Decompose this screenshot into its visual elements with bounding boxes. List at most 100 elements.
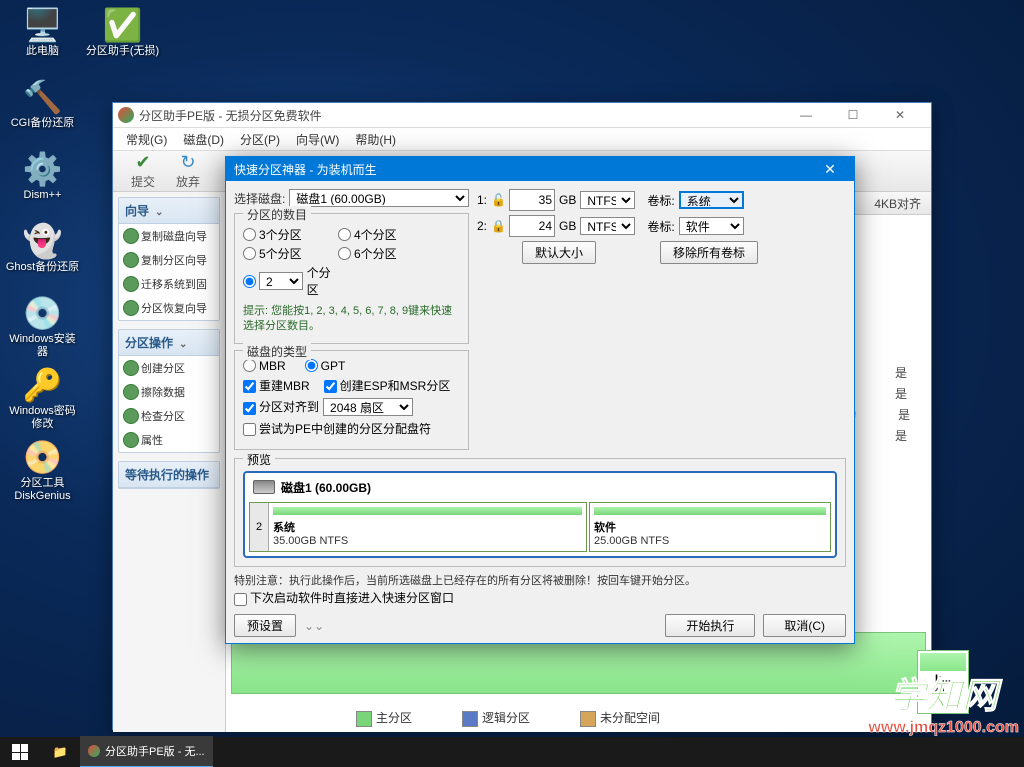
check-next-launch[interactable]: 下次启动软件时直接进入快速分区窗口: [234, 589, 846, 606]
part1-size-input[interactable]: [509, 189, 555, 211]
dialog-close-button[interactable]: ✕: [814, 161, 846, 178]
icon-label: CGI备份还原: [11, 117, 75, 130]
legend: 主分区 逻辑分区 未分配空间: [356, 709, 660, 727]
desktop-icon-aomei[interactable]: ✅分区助手(无损): [85, 5, 160, 75]
check-pe-letters[interactable]: 尝试为PE中创建的分区分配盘符: [243, 420, 431, 437]
hint-text: 提示: 您能按1, 2, 3, 4, 5, 6, 7, 8, 9键来快速选择分区…: [243, 304, 460, 335]
menubar: 常规(G) 磁盘(D) 分区(P) 向导(W) 帮助(H): [113, 128, 931, 151]
refresh-icon: ↻: [180, 152, 195, 173]
radio-3-parts[interactable]: 3个分区: [243, 226, 338, 243]
preview-part-1[interactable]: 2 系统35.00GB NTFS: [249, 502, 587, 552]
default-size-button[interactable]: 默认大小: [522, 241, 596, 264]
menu-help[interactable]: 帮助(H): [347, 129, 404, 150]
check-rebuild-mbr[interactable]: 重建MBR: [243, 377, 310, 394]
part1-fs-select[interactable]: NTFS: [580, 191, 635, 209]
taskbar-explorer-icon[interactable]: 📁: [40, 745, 80, 759]
menu-partition[interactable]: 分区(P): [232, 129, 288, 150]
part2-fs-select[interactable]: NTFS: [580, 217, 635, 235]
ops-section-header[interactable]: 分区操作⌄: [119, 330, 219, 356]
icon-label: Windows密码修改: [5, 405, 80, 431]
remove-labels-button[interactable]: 移除所有卷标: [660, 241, 758, 264]
cancel-button[interactable]: 取消(C): [763, 614, 846, 637]
wizard-section-header[interactable]: 向导⌄: [119, 198, 219, 224]
part1-label-select[interactable]: 系统: [679, 191, 744, 209]
count-group-title: 分区的数目: [243, 206, 311, 223]
icon-label: Dism++: [24, 189, 62, 202]
radio-6-parts[interactable]: 6个分区: [338, 245, 433, 262]
dialog-title-text: 快速分区神器 - 为装机而生: [234, 161, 814, 178]
check-icon: ✔: [135, 152, 150, 173]
windows-icon: [12, 744, 28, 760]
sidebar: 向导⌄ 复制磁盘向导 复制分区向导 迁移系统到固 分区恢复向导 分区操作⌄ 创建…: [113, 192, 226, 732]
radio-custom-parts[interactable]: 2 个分区: [243, 264, 338, 298]
sidebar-item-migrate[interactable]: 迁移系统到固: [119, 272, 219, 296]
select-disk-dropdown[interactable]: 磁盘1 (60.00GB): [289, 189, 469, 207]
lock-icon[interactable]: 🔓: [491, 193, 505, 207]
discard-button[interactable]: ↻放弃: [168, 150, 208, 192]
icon-label: 分区助手(无损): [86, 45, 159, 58]
icon-label: Windows安装器: [5, 333, 80, 359]
desktop-icon-diskgenius[interactable]: 📀分区工具DiskGenius: [5, 437, 80, 507]
type-group-title: 磁盘的类型: [243, 343, 311, 360]
desktop-icon-this-pc[interactable]: 🖥️此电脑: [5, 5, 80, 75]
check-create-esp[interactable]: 创建ESP和MSR分区: [324, 377, 451, 394]
titlebar: 分区助手PE版 - 无损分区免费软件 — ☐ ✕: [113, 103, 931, 128]
desktop-icon-dism[interactable]: ⚙️Dism++: [5, 149, 80, 219]
partition-row-2: 2: 🔒 GB NTFS 卷标: 软件: [477, 215, 846, 237]
preset-button[interactable]: 预设置: [234, 614, 296, 637]
maximize-button[interactable]: ☐: [837, 105, 869, 125]
preview-part-2[interactable]: 软件25.00GB NTFS: [589, 502, 831, 552]
partition-row-1: 1: 🔓 GB NTFS 卷标: 系统: [477, 189, 846, 211]
icon-label: 分区工具DiskGenius: [5, 477, 80, 503]
sidebar-item-check[interactable]: 检查分区: [119, 404, 219, 428]
app-icon: [118, 107, 134, 123]
sidebar-item-recover[interactable]: 分区恢复向导: [119, 296, 219, 320]
radio-4-parts[interactable]: 4个分区: [338, 226, 433, 243]
desktop-icon-ghost[interactable]: 👻Ghost备份还原: [5, 221, 80, 291]
sidebar-item-create[interactable]: 创建分区: [119, 356, 219, 380]
desktop-icon-cgi[interactable]: 🔨CGI备份还原: [5, 77, 80, 147]
window-title: 分区助手PE版 - 无损分区免费软件: [139, 107, 790, 124]
desktop-icon-winpwd[interactable]: 🔑Windows密码修改: [5, 365, 80, 435]
lock-icon[interactable]: 🔒: [491, 219, 505, 233]
radio-5-parts[interactable]: 5个分区: [243, 245, 338, 262]
col-align: 4KB对齐: [874, 195, 921, 212]
sidebar-item-wipe[interactable]: 擦除数据: [119, 380, 219, 404]
watermark: 学知网 www.jmqz1000.com: [868, 667, 1019, 737]
disk-name: 磁盘1 (60.00GB): [281, 479, 371, 496]
app-icon: [88, 745, 100, 757]
part2-size-input[interactable]: [509, 215, 555, 237]
icon-label: 此电脑: [26, 45, 59, 58]
icon-label: Ghost备份还原: [6, 261, 79, 274]
menu-general[interactable]: 常规(G): [118, 129, 175, 150]
radio-gpt[interactable]: GPT: [305, 359, 346, 373]
chevron-icon: ⌄: [179, 339, 187, 350]
sidebar-item-copy-disk[interactable]: 复制磁盘向导: [119, 224, 219, 248]
align-select[interactable]: 2048 扇区: [323, 398, 413, 416]
radio-mbr[interactable]: MBR: [243, 359, 286, 373]
check-align[interactable]: 分区对齐到: [243, 398, 319, 415]
chevron-down-icon: ⌄⌄: [304, 619, 324, 633]
pending-section-header[interactable]: 等待执行的操作: [119, 462, 219, 488]
desktop-icon-wininstall[interactable]: 💿Windows安装器: [5, 293, 80, 363]
select-disk-label: 选择磁盘:: [234, 190, 285, 207]
menu-wizard[interactable]: 向导(W): [288, 129, 347, 150]
disk-preview: 磁盘1 (60.00GB) 2 系统35.00GB NTFS 软件25.00GB…: [243, 471, 837, 558]
dialog-titlebar: 快速分区神器 - 为装机而生 ✕: [226, 157, 854, 181]
sidebar-item-props[interactable]: 属性: [119, 428, 219, 452]
warning-text: 特别注意：执行此操作后，当前所选磁盘上已经存在的所有分区将被删除！按回车键开始分…: [234, 573, 846, 590]
commit-button[interactable]: ✔提交: [123, 150, 163, 192]
part2-label-select[interactable]: 软件: [679, 217, 744, 235]
quick-partition-dialog: 快速分区神器 - 为装机而生 ✕ 选择磁盘: 磁盘1 (60.00GB) 分区的…: [225, 156, 855, 644]
sidebar-item-copy-part[interactable]: 复制分区向导: [119, 248, 219, 272]
minimize-button[interactable]: —: [790, 105, 822, 125]
start-button[interactable]: 开始执行: [665, 614, 755, 637]
chevron-icon: ⌄: [155, 207, 163, 218]
preview-title: 预览: [243, 451, 275, 468]
taskbar-item-aomei[interactable]: 分区助手PE版 - 无...: [80, 736, 213, 767]
menu-disk[interactable]: 磁盘(D): [175, 129, 232, 150]
close-button[interactable]: ✕: [884, 105, 916, 125]
start-button[interactable]: [0, 737, 40, 767]
desktop-icons: 🖥️此电脑 🔨CGI备份还原 ⚙️Dism++ 👻Ghost备份还原 💿Wind…: [5, 5, 80, 509]
custom-count-select[interactable]: 2: [259, 272, 303, 290]
